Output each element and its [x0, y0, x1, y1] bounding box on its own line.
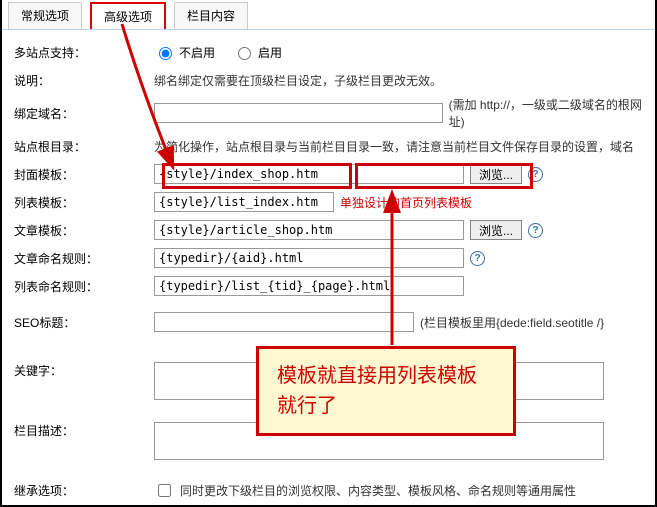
multisite-on-text: 启用 — [258, 44, 282, 61]
tab-bar: 常规选项 高级选项 栏目内容 — [2, 0, 655, 30]
list-rule-input[interactable] — [154, 276, 464, 296]
annotation-callout: 模板就直接用列表模板就行了 — [256, 346, 516, 436]
desc-text: 绑名绑定仅需要在顶级栏目设定，子级栏目更改无效。 — [154, 72, 442, 89]
inherit-checkbox[interactable] — [158, 484, 171, 497]
list-tpl-label: 列表模板： — [14, 194, 154, 211]
multisite-on-radio[interactable] — [238, 47, 251, 60]
article-browse-button[interactable]: 浏览... — [470, 220, 522, 240]
desc-label: 说明： — [14, 72, 154, 89]
multisite-label: 多站点支持： — [14, 44, 154, 61]
bind-domain-input[interactable] — [154, 103, 443, 123]
inherit-text: 同时更改下级栏目的浏览权限、内容类型、模板风格、命名规则等通用属性 — [180, 482, 576, 499]
list-hint-text: 单独设计的首页列表模板 — [340, 194, 472, 211]
help-icon[interactable]: ? — [528, 223, 543, 238]
seo-title-label: SEO标题： — [14, 314, 154, 331]
seo-title-note: (栏目模板里用{dede:field.seotitle /} — [420, 314, 604, 331]
article-tpl-label: 文章模板： — [14, 222, 154, 239]
bind-domain-note: (需加 http://，一级或二级域名的根网址) — [449, 96, 643, 130]
site-root-label: 站点根目录： — [14, 138, 154, 155]
bind-domain-label: 绑定域名： — [14, 105, 154, 122]
site-root-text: 为简化操作，站点根目录与当前栏目目录一致，请注意当前栏目文件保存目录的设置，域名 — [154, 138, 634, 155]
help-icon[interactable]: ? — [470, 251, 485, 266]
column-desc-label: 栏目描述： — [14, 422, 154, 439]
article-tpl-input[interactable] — [154, 220, 464, 240]
cover-browse-button[interactable]: 浏览... — [470, 164, 522, 184]
article-rule-label: 文章命名规则： — [14, 250, 154, 267]
multisite-off-text: 不启用 — [179, 44, 215, 61]
tab-general[interactable]: 常规选项 — [8, 2, 82, 29]
article-rule-input[interactable] — [154, 248, 464, 268]
cover-tpl-label: 封面模板： — [14, 166, 154, 183]
inherit-label: 继承选项： — [14, 482, 154, 499]
keywords-label: 关键字： — [14, 362, 154, 379]
list-tpl-input[interactable] — [154, 192, 334, 212]
tab-advanced[interactable]: 高级选项 — [90, 2, 166, 29]
multisite-off-radio[interactable] — [159, 47, 172, 60]
cover-tpl-input[interactable] — [154, 164, 464, 184]
seo-title-input[interactable] — [154, 312, 414, 332]
tab-column-content[interactable]: 栏目内容 — [174, 2, 248, 29]
help-icon[interactable]: ? — [528, 167, 543, 182]
list-rule-label: 列表命名规则： — [14, 278, 154, 295]
